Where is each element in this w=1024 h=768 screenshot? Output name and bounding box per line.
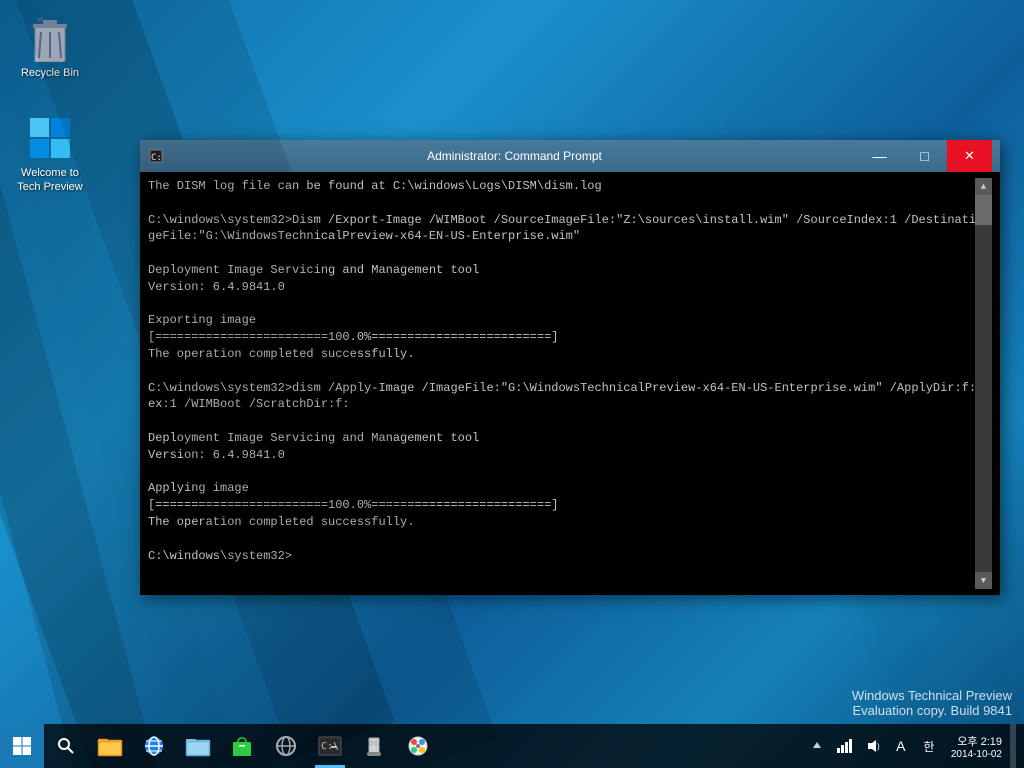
scrollbar-up[interactable]: ▲ bbox=[975, 178, 992, 195]
scrollbar-thumb[interactable] bbox=[975, 195, 992, 225]
taskbar-network[interactable] bbox=[264, 724, 308, 768]
scrollbar-down[interactable]: ▼ bbox=[975, 572, 992, 589]
taskbar-tray: ) A 한 오후 2:19 2014-10-02 bbox=[803, 724, 1024, 768]
watermark-line2: Evaluation copy. Build 9841 bbox=[852, 703, 1012, 718]
taskbar-paint[interactable] bbox=[396, 724, 440, 768]
taskbar-internet-explorer[interactable] bbox=[132, 724, 176, 768]
windows-preview-label: Welcome to Tech Preview bbox=[17, 166, 82, 195]
desktop: Recycle Bin Welcome to Tech Preview C: bbox=[0, 0, 1024, 768]
cmd-window: C:\ Administrator: Command Prompt — □ ✕ … bbox=[140, 140, 1000, 595]
search-button[interactable] bbox=[44, 724, 88, 768]
taskbar-file-explorer[interactable] bbox=[88, 724, 132, 768]
windows-preview-icon[interactable]: Welcome to Tech Preview bbox=[10, 110, 90, 199]
clock-time: 오후 2:19 bbox=[957, 733, 1002, 749]
clock-date: 2014-10-02 bbox=[951, 749, 1002, 760]
cmd-scrollbar[interactable]: ▲ ▼ bbox=[975, 178, 992, 589]
cmd-titlebar: C:\ Administrator: Command Prompt — □ ✕ bbox=[140, 140, 1000, 172]
cmd-titlebar-icon: C:\ bbox=[148, 148, 164, 164]
taskbar: C:\ bbox=[0, 724, 1024, 768]
recycle-bin-image bbox=[26, 14, 74, 62]
show-desktop-button[interactable] bbox=[1010, 724, 1016, 768]
tray-lang-icon[interactable]: 한 bbox=[915, 724, 943, 768]
tray-network-icon[interactable] bbox=[831, 724, 859, 768]
taskbar-folder[interactable] bbox=[176, 724, 220, 768]
tray-volume-icon[interactable]: ) bbox=[859, 724, 887, 768]
cmd-controls: — □ ✕ bbox=[857, 140, 992, 172]
taskbar-store[interactable] bbox=[220, 724, 264, 768]
taskbar-usb[interactable] bbox=[352, 724, 396, 768]
cmd-content: The DISM log file can be found at C:\win… bbox=[148, 178, 975, 589]
svg-text:): ) bbox=[877, 742, 880, 751]
cmd-title: Administrator: Command Prompt bbox=[172, 149, 857, 163]
svg-text:C:\: C:\ bbox=[151, 153, 163, 163]
taskbar-items: C:\ bbox=[88, 724, 440, 768]
watermark: Windows Technical Preview Evaluation cop… bbox=[852, 688, 1012, 718]
close-button[interactable]: ✕ bbox=[947, 140, 992, 172]
minimize-button[interactable]: — bbox=[857, 140, 902, 172]
taskbar-cmd[interactable]: C:\ bbox=[308, 724, 352, 768]
windows-preview-image bbox=[26, 114, 74, 162]
recycle-bin-icon[interactable]: Recycle Bin bbox=[10, 10, 90, 84]
cmd-body[interactable]: The DISM log file can be found at C:\win… bbox=[140, 172, 1000, 595]
tray-clock[interactable]: 오후 2:19 2014-10-02 bbox=[943, 724, 1010, 768]
tray-font-a[interactable]: A bbox=[887, 724, 915, 768]
tray-arrow[interactable] bbox=[803, 724, 831, 768]
maximize-button[interactable]: □ bbox=[902, 140, 947, 172]
scrollbar-track[interactable] bbox=[975, 195, 992, 572]
recycle-bin-label: Recycle Bin bbox=[21, 66, 79, 80]
start-button[interactable] bbox=[0, 724, 44, 768]
watermark-line1: Windows Technical Preview bbox=[852, 688, 1012, 703]
